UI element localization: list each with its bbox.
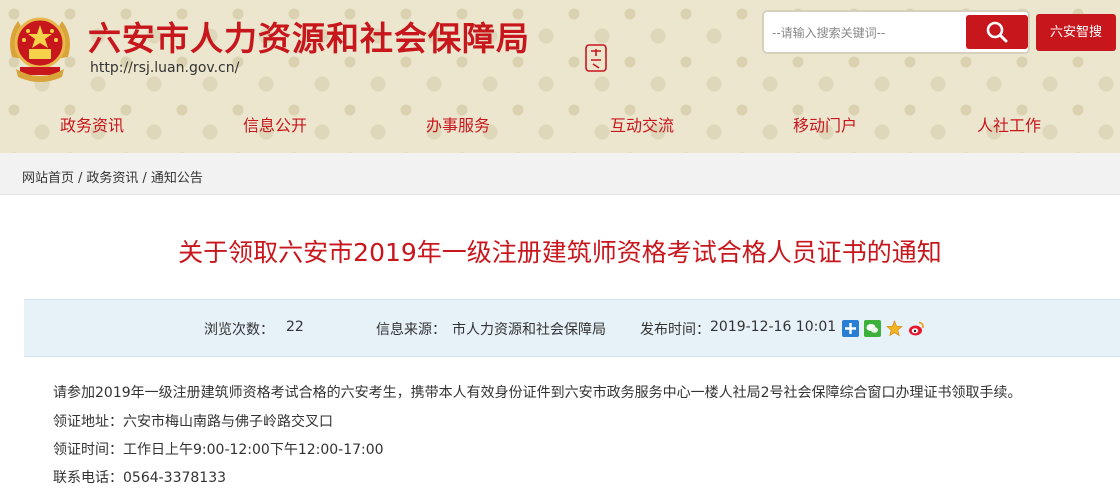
nav-item-government-news[interactable]: 政务资讯 (60, 112, 124, 136)
nav-item-hr-work[interactable]: 人社工作 (977, 112, 1041, 136)
article-meta-bar: 浏览次数： 22 信息来源： 市人力资源和社会保障局 发布时间： 2019-12… (24, 299, 1120, 357)
publish-label: 发布时间： (640, 322, 710, 338)
search-input[interactable] (770, 17, 970, 49)
search-icon (986, 21, 1008, 43)
zhisou-button[interactable]: 六安智搜 (1036, 14, 1116, 51)
site-url[interactable]: http://rsj.luan.gov.cn/ (90, 60, 239, 76)
article-paragraph: 领证时间：工作日上午9:00-12:00下午12:00-17:00 (53, 442, 384, 458)
source-value: 市人力资源和社会保障局 (452, 322, 606, 338)
breadcrumb-separator: / (78, 171, 83, 186)
wechat-icon[interactable] (864, 320, 881, 337)
breadcrumb-government-news[interactable]: 政务资讯 (86, 171, 138, 186)
red-seal-icon (585, 44, 607, 72)
search-button[interactable] (966, 15, 1028, 49)
site-title: 六安市人力资源和社会保障局 (88, 19, 530, 58)
breadcrumb-bar: 网站首页 / 政务资讯 / 通知公告 (0, 153, 1120, 195)
breadcrumb-separator: / (142, 171, 147, 186)
breadcrumb-home[interactable]: 网站首页 (22, 171, 74, 186)
favorite-star-icon[interactable] (886, 320, 903, 337)
views-label: 浏览次数： (204, 322, 274, 338)
article-paragraph: 领证地址：六安市梅山南路与佛子岭路交叉口 (53, 414, 333, 430)
nav-item-interaction[interactable]: 互动交流 (610, 112, 674, 136)
nav-item-mobile-portal[interactable]: 移动门户 (793, 112, 857, 136)
views-count: 22 (286, 319, 304, 335)
nav-item-services[interactable]: 办事服务 (426, 112, 490, 136)
national-emblem-icon (10, 17, 70, 82)
source-label: 信息来源： (376, 322, 446, 338)
publish-time: 2019-12-16 10:01 (710, 319, 837, 335)
article-paragraph: 联系电话：0564-3378133 (53, 470, 227, 486)
article-paragraph: 请参加2019年一级注册建筑师资格考试合格的六安考生，携带本人有效身份证件到六安… (53, 385, 1022, 401)
breadcrumb-notices[interactable]: 通知公告 (151, 171, 203, 186)
nav-item-info-disclosure[interactable]: 信息公开 (243, 112, 307, 136)
main-nav: 政务资讯 信息公开 办事服务 互动交流 移动门户 人社工作 (0, 108, 1120, 138)
site-header: 六安市人力资源和社会保障局 http://rsj.luan.gov.cn/ 六安… (0, 0, 1120, 153)
article-title: 关于领取六安市2019年一级注册建筑师资格考试合格人员证书的通知 (178, 238, 942, 267)
search-box (762, 10, 1030, 54)
weibo-icon[interactable] (908, 320, 925, 337)
qzone-icon[interactable] (842, 320, 859, 337)
breadcrumb: 网站首页 / 政务资讯 / 通知公告 (22, 167, 203, 186)
